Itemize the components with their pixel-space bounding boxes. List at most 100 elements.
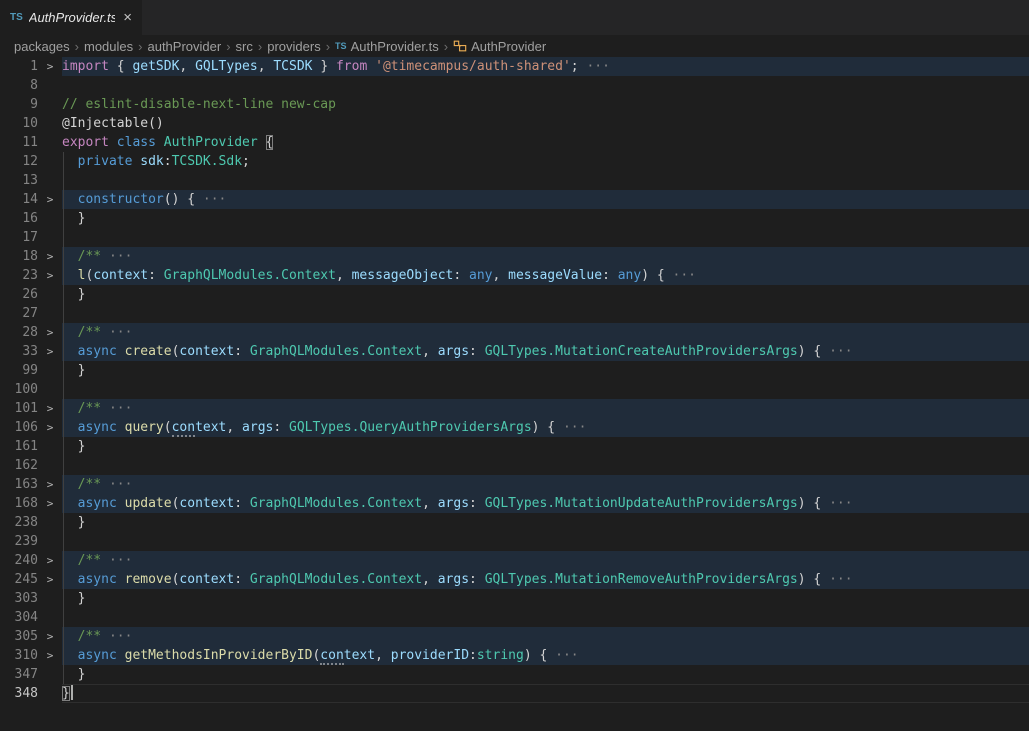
code-line-content[interactable]: async update(context: GraphQLModules.Con… xyxy=(62,494,1029,513)
code-line-content[interactable] xyxy=(62,532,1029,551)
code-line-content[interactable] xyxy=(62,228,1029,247)
code-line-content[interactable]: async create(context: GraphQLModules.Con… xyxy=(62,342,1029,361)
code-line-content[interactable]: /** ··· xyxy=(62,475,1029,494)
code-token: export xyxy=(62,135,109,150)
code-token: args xyxy=(438,572,469,587)
code-line-content[interactable]: } xyxy=(62,513,1029,532)
code-line-content[interactable]: async remove(context: GraphQLModules.Con… xyxy=(62,570,1029,589)
code-token: ; xyxy=(242,154,250,169)
code-line: 17 xyxy=(0,228,1029,247)
code-line: 348} xyxy=(0,684,1029,703)
code-line-content[interactable]: } xyxy=(62,589,1029,608)
code-token: '@timecampus/auth-shared' xyxy=(375,59,571,74)
fold-chevron-icon[interactable]: > xyxy=(38,266,62,285)
code-token: ) { xyxy=(524,648,555,663)
fold-chevron-icon[interactable]: > xyxy=(38,399,62,418)
code-token: TCSDK xyxy=(273,59,312,74)
line-number: 16 xyxy=(0,209,38,228)
code-line-content[interactable]: } xyxy=(62,361,1029,380)
code-token xyxy=(62,496,78,511)
fold-chevron-icon[interactable]: > xyxy=(38,570,62,589)
tab-authprovider[interactable]: TS AuthProvider.ts × xyxy=(0,0,142,35)
code-line: 26 } xyxy=(0,285,1029,304)
vscode-window: TS AuthProvider.ts × packages›modules›au… xyxy=(0,0,1029,703)
fold-chevron-icon[interactable]: > xyxy=(38,247,62,266)
code-line-content[interactable]: /** ··· xyxy=(62,399,1029,418)
code-line-content[interactable]: async query(context, args: GQLTypes.Quer… xyxy=(62,418,1029,437)
breadcrumb-item-packages[interactable]: packages xyxy=(14,39,70,54)
fold-chevron-icon[interactable]: > xyxy=(38,342,62,361)
code-line: 240> /** ··· xyxy=(0,551,1029,570)
fold-chevron-icon[interactable]: > xyxy=(38,190,62,209)
close-icon[interactable]: × xyxy=(123,10,132,25)
code-line: 106> async query(context, args: GQLTypes… xyxy=(0,418,1029,437)
line-number: 240 xyxy=(0,551,38,570)
code-line-content[interactable] xyxy=(62,380,1029,399)
code-editor: 1>import { getSDK, GQLTypes, TCSDK } fro… xyxy=(0,57,1029,703)
code-line-content[interactable]: private sdk:TCSDK.Sdk; xyxy=(62,152,1029,171)
code-line-content[interactable]: } xyxy=(62,437,1029,456)
code-line-content[interactable] xyxy=(62,76,1029,95)
tab-title: AuthProvider.ts xyxy=(29,10,115,25)
code-token: : xyxy=(602,268,618,283)
code-token: ··· xyxy=(203,192,226,207)
line-number: 18 xyxy=(0,247,38,266)
fold-chevron-icon[interactable]: > xyxy=(38,323,62,342)
code-token: , xyxy=(422,572,438,587)
code-line-content[interactable]: /** ··· xyxy=(62,627,1029,646)
code-line-content[interactable]: /** ··· xyxy=(62,247,1029,266)
fold-chevron-icon[interactable]: > xyxy=(38,646,62,665)
code-token: ··· xyxy=(829,496,852,511)
breadcrumb-item-src[interactable]: src xyxy=(236,39,253,54)
code-line-content[interactable] xyxy=(62,608,1029,627)
code-line-content[interactable]: } xyxy=(62,285,1029,304)
code-token: ··· xyxy=(109,629,132,644)
fold-chevron-icon[interactable]: > xyxy=(38,418,62,437)
breadcrumb-item-authprovider[interactable]: AuthProvider xyxy=(453,39,546,54)
breadcrumb-item-authprovider-ts[interactable]: TSAuthProvider.ts xyxy=(335,39,439,54)
breadcrumb-item-authprovider[interactable]: authProvider xyxy=(147,39,221,54)
fold-gutter xyxy=(38,532,62,551)
code-token: args xyxy=(438,496,469,511)
line-number: 13 xyxy=(0,171,38,190)
line-number: 303 xyxy=(0,589,38,608)
code-line: 9// eslint-disable-next-line new-cap xyxy=(0,95,1029,114)
code-line-content[interactable]: /** ··· xyxy=(62,551,1029,570)
breadcrumb-label: AuthProvider.ts xyxy=(351,39,439,54)
code-token: args xyxy=(242,420,273,435)
breadcrumb-item-providers[interactable]: providers xyxy=(267,39,320,54)
code-line-content[interactable]: @Injectable() xyxy=(62,114,1029,133)
code-line: 310> async getMethodsInProviderByID(cont… xyxy=(0,646,1029,665)
breadcrumb-item-modules[interactable]: modules xyxy=(84,39,133,54)
code-line-content[interactable]: export class AuthProvider { xyxy=(62,133,1029,152)
code-token: GQLTypes.QueryAuthProvidersArgs xyxy=(289,420,532,435)
code-token: context xyxy=(179,344,234,359)
fold-gutter xyxy=(38,285,62,304)
code-line-content[interactable]: constructor() { ··· xyxy=(62,190,1029,209)
code-line-content[interactable]: } xyxy=(62,665,1029,684)
code-line-content[interactable] xyxy=(62,456,1029,475)
code-line-content[interactable]: /** ··· xyxy=(62,323,1029,342)
code-line-content[interactable]: } xyxy=(62,209,1029,228)
code-line-content[interactable] xyxy=(62,304,1029,323)
code-token: from xyxy=(336,59,367,74)
code-token xyxy=(62,192,78,207)
code-token: // eslint-disable-next-line new-cap xyxy=(62,97,336,112)
code-line-content[interactable]: // eslint-disable-next-line new-cap xyxy=(62,95,1029,114)
line-number: 28 xyxy=(0,323,38,342)
fold-gutter xyxy=(38,380,62,399)
fold-chevron-icon[interactable]: > xyxy=(38,551,62,570)
code-line-content[interactable] xyxy=(62,171,1029,190)
code-line: 168> async update(context: GraphQLModule… xyxy=(0,494,1029,513)
fold-chevron-icon[interactable]: > xyxy=(38,627,62,646)
code-token: messageValue xyxy=(508,268,602,283)
fold-chevron-icon[interactable]: > xyxy=(38,475,62,494)
code-line-content[interactable]: } xyxy=(62,684,1029,703)
fold-chevron-icon[interactable]: > xyxy=(38,57,62,76)
code-line-content[interactable]: import { getSDK, GQLTypes, TCSDK } from … xyxy=(62,57,1029,76)
code-line-content[interactable]: l(context: GraphQLModules.Context, messa… xyxy=(62,266,1029,285)
fold-gutter xyxy=(38,114,62,133)
code-token: async xyxy=(78,420,117,435)
fold-chevron-icon[interactable]: > xyxy=(38,494,62,513)
code-line-content[interactable]: async getMethodsInProviderByID(context, … xyxy=(62,646,1029,665)
